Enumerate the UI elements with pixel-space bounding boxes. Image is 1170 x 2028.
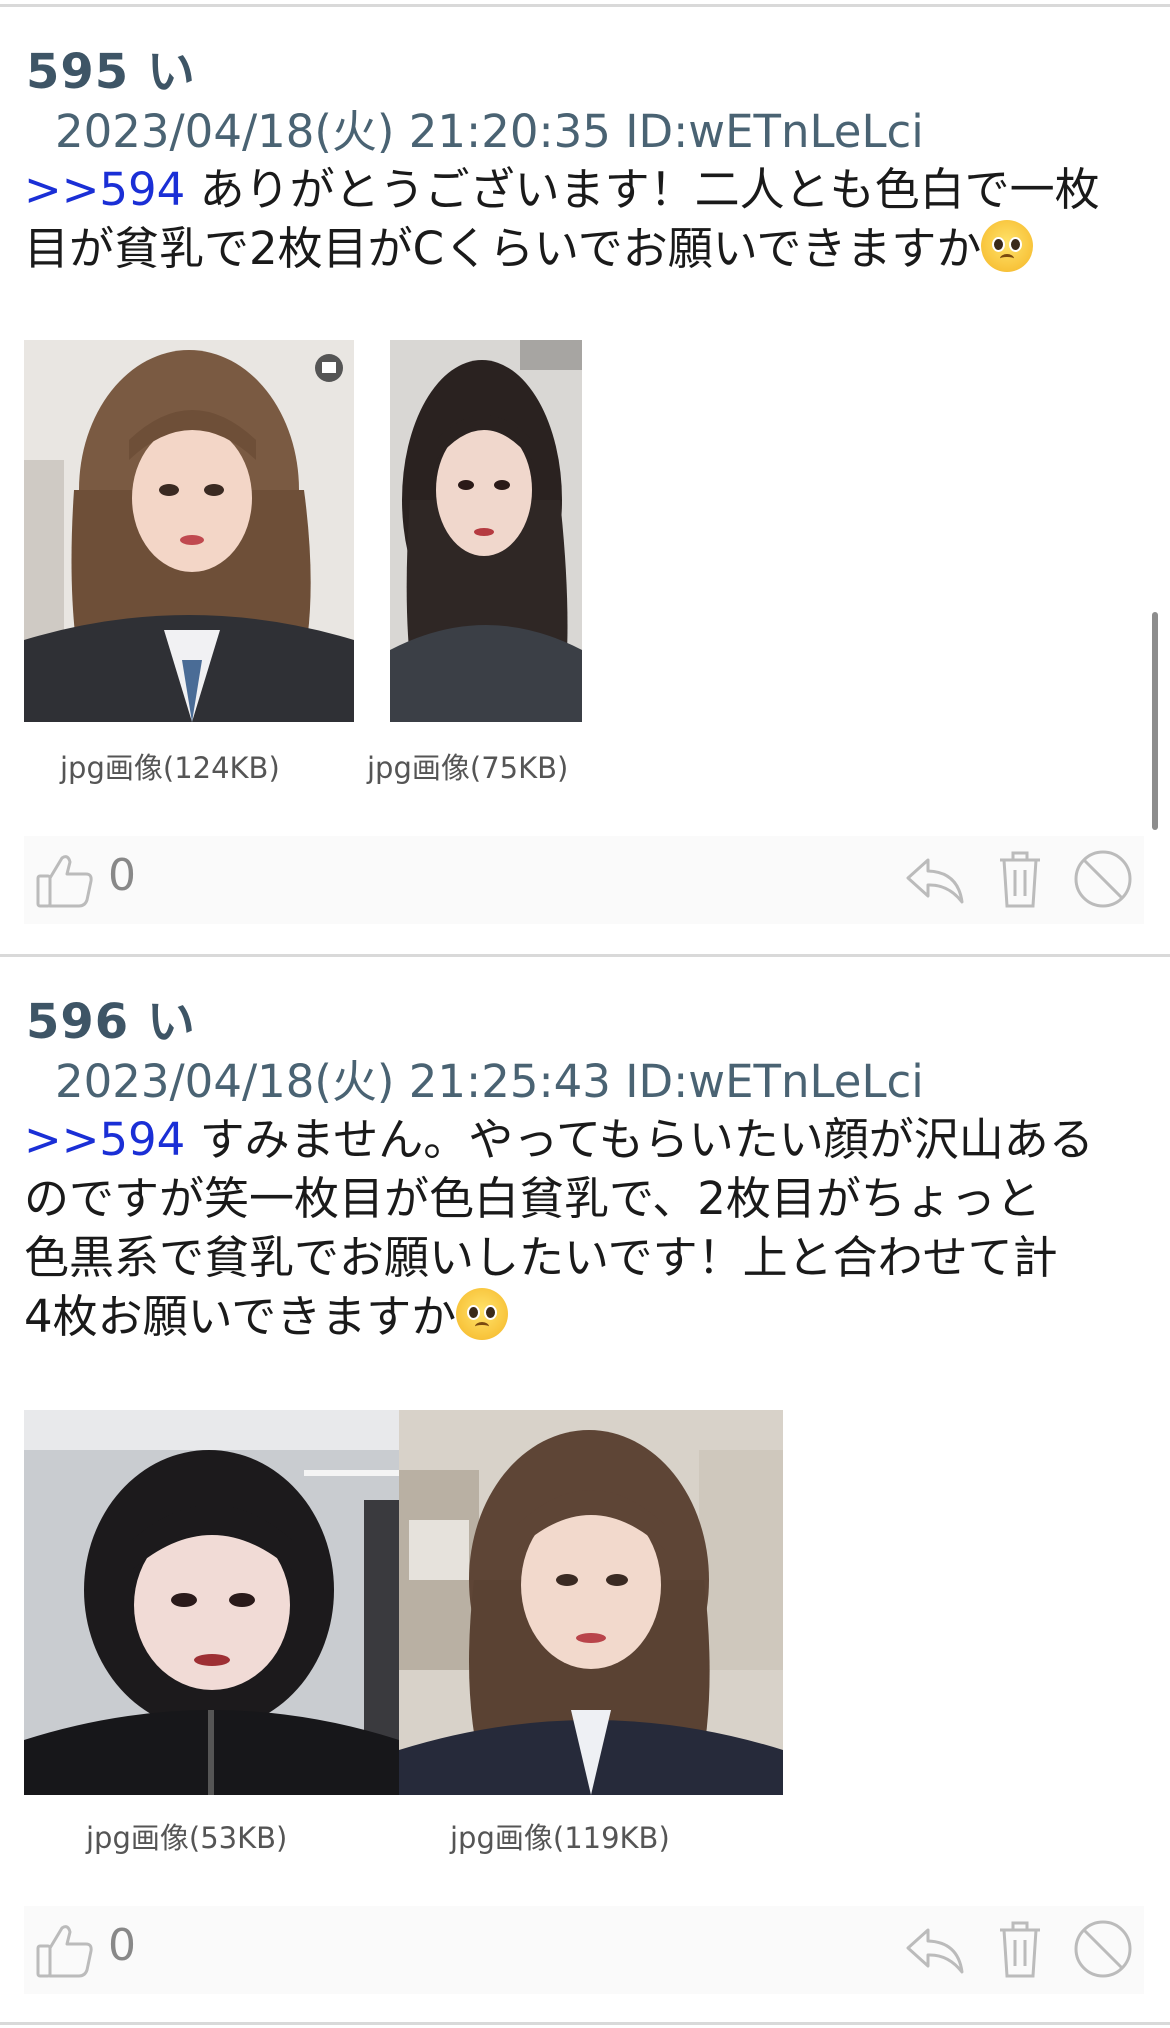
scrollbar[interactable] xyxy=(1152,612,1158,830)
like-count: 0 xyxy=(108,850,136,901)
like-count: 0 xyxy=(108,1920,136,1971)
post-body: >>594 すみません。やってもらいたい顔が沢山ある のですが笑一枚目が色白貧乳… xyxy=(24,1113,1094,1343)
post-action-bar: 0 xyxy=(24,1906,1144,1994)
post-meta: 2023/04/18(火) 21:25:43 ID:wETnLeLci xyxy=(55,1055,924,1108)
reply-anchor-link[interactable]: >>594 xyxy=(24,163,185,216)
image-caption: jpg画像(53KB) xyxy=(86,1821,288,1855)
post-number[interactable]: 595 い xyxy=(26,32,196,102)
trash-icon[interactable] xyxy=(996,848,1044,914)
trash-icon[interactable] xyxy=(996,1918,1044,1984)
block-icon[interactable] xyxy=(1072,1918,1134,1984)
reply-icon[interactable] xyxy=(904,1924,966,1980)
post-meta: 2023/04/18(火) 21:20:35 ID:wETnLeLci xyxy=(55,105,924,158)
image-caption: jpg画像(124KB) xyxy=(60,751,280,785)
post-divider xyxy=(0,954,1170,957)
image-thumbnail[interactable] xyxy=(24,340,354,722)
post-body: >>594 ありがとうございます！二人とも色白で一枚 目が貧乳で2枚目がCくらい… xyxy=(24,163,1100,275)
image-thumbnail[interactable] xyxy=(24,1410,399,1795)
image-thumbnail[interactable] xyxy=(399,1410,783,1795)
image-thumbnail[interactable] xyxy=(390,340,582,722)
image-caption: jpg画像(75KB) xyxy=(367,751,569,785)
post-divider xyxy=(0,2022,1170,2025)
reply-anchor-link[interactable]: >>594 xyxy=(24,1113,185,1166)
pleading-face-emoji xyxy=(456,1288,509,1340)
reply-icon[interactable] xyxy=(904,854,966,910)
image-caption: jpg画像(119KB) xyxy=(450,1821,670,1855)
thumbs-up-icon[interactable] xyxy=(34,1920,96,1984)
post-number[interactable]: 596 い xyxy=(26,982,196,1052)
post-action-bar: 0 xyxy=(24,836,1144,924)
block-icon[interactable] xyxy=(1072,848,1134,914)
pleading-face-emoji xyxy=(981,220,1034,272)
divider-top xyxy=(0,4,1170,7)
thumbs-up-icon[interactable] xyxy=(34,850,96,914)
